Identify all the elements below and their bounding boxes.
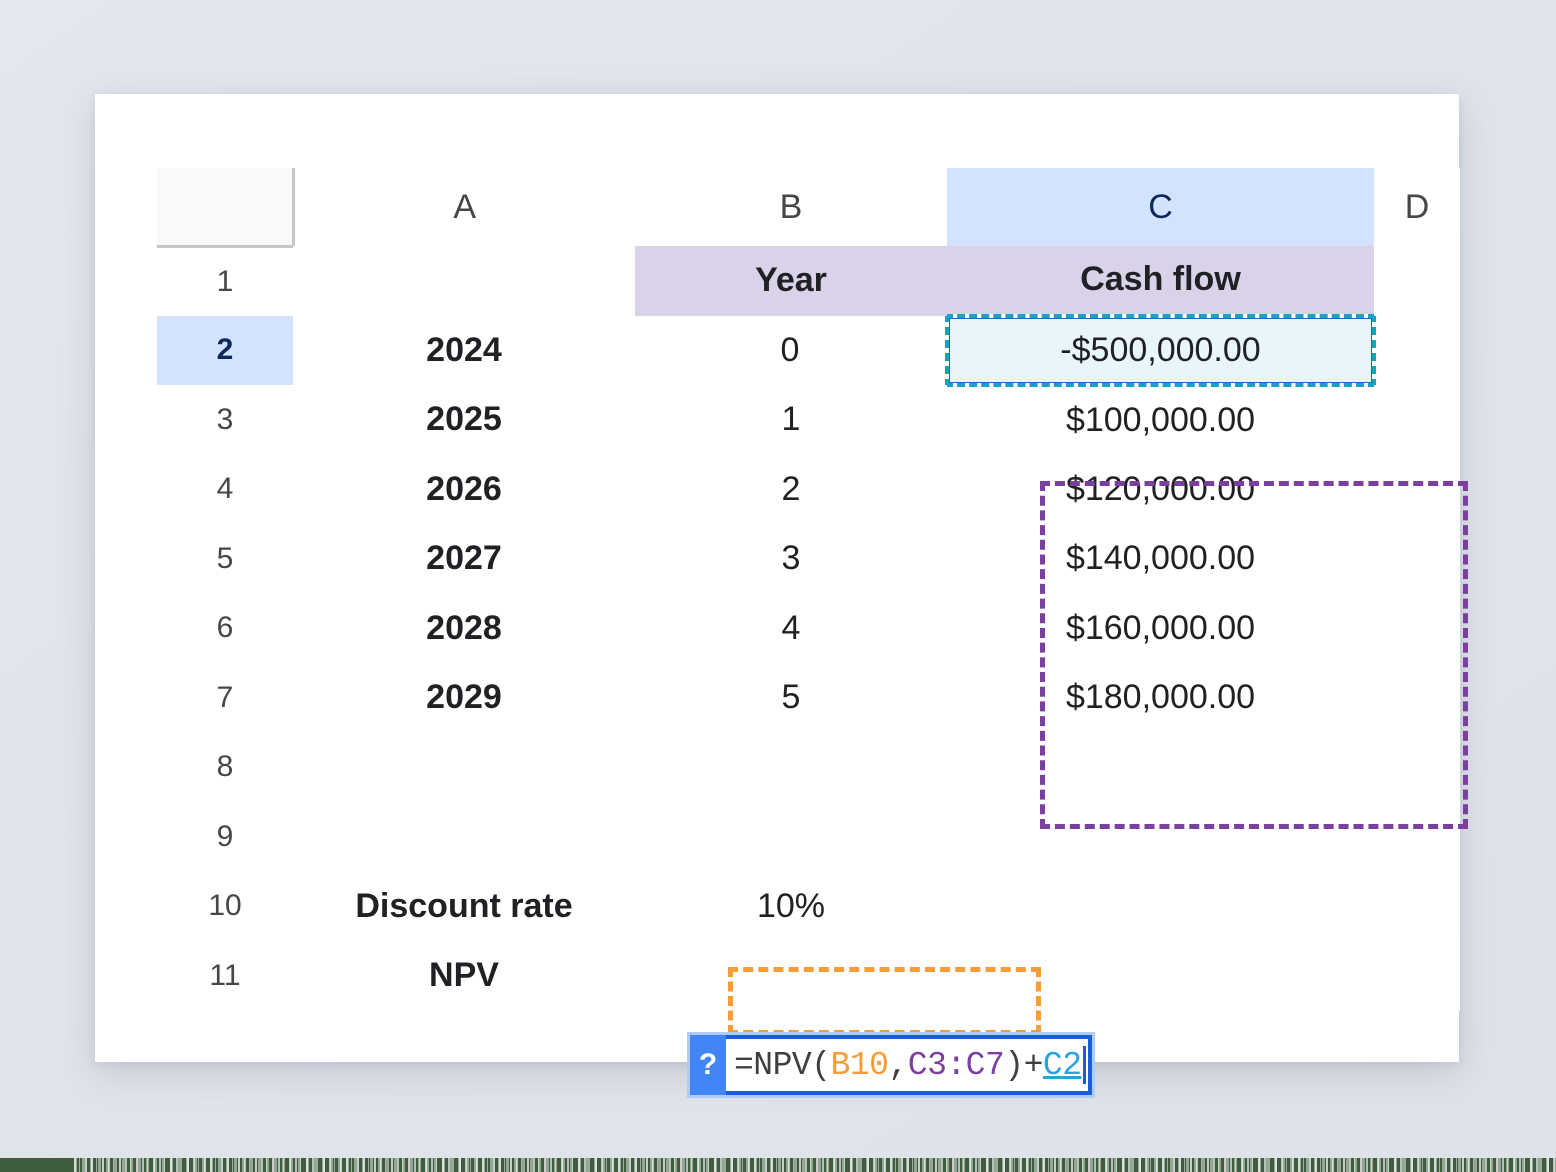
cell-b11[interactable]	[635, 941, 947, 1011]
column-header-c[interactable]: C	[947, 168, 1374, 246]
cell-c4[interactable]: $120,000.00	[947, 454, 1374, 524]
cell-b5[interactable]: 3	[635, 524, 947, 594]
cell-b2[interactable]: 0	[635, 315, 947, 385]
formula-editor[interactable]: ? =NPV(B10, C3:C7)+ C2	[687, 1032, 1095, 1098]
cell-c10[interactable]	[947, 871, 1374, 941]
row-header-4[interactable]: 4	[157, 454, 293, 524]
spreadsheet-grid: A B C D 1 Year Cash flow 2 2024 0 -$500,…	[157, 168, 1460, 1011]
cell-a1[interactable]	[293, 246, 635, 316]
cell-d10[interactable]	[1374, 871, 1460, 941]
row-header-11[interactable]: 11	[157, 941, 293, 1011]
cell-c2[interactable]: -$500,000.00	[945, 313, 1376, 387]
cell-c11[interactable]	[947, 941, 1374, 1011]
cell-b6[interactable]: 4	[635, 593, 947, 663]
column-header-a[interactable]: A	[293, 168, 635, 246]
table-row: 1 Year Cash flow	[157, 246, 1460, 316]
column-header-row: A B C D	[157, 168, 1460, 248]
column-header-d[interactable]: D	[1374, 168, 1460, 246]
cell-b9[interactable]	[635, 802, 947, 872]
table-row: 10 Discount rate 10%	[157, 871, 1460, 941]
cell-c1[interactable]: Cash flow	[947, 246, 1374, 316]
row-header-10[interactable]: 10	[157, 871, 293, 941]
formula-input[interactable]: =NPV(B10, C3:C7)+ C2	[726, 1035, 1092, 1095]
cell-a3[interactable]: 2025	[293, 385, 635, 455]
formula-token-c3c7: C3:C7	[907, 1046, 1005, 1084]
cell-d9[interactable]	[1374, 802, 1460, 872]
cell-c3[interactable]: $100,000.00	[947, 385, 1374, 455]
cell-c7[interactable]: $180,000.00	[947, 663, 1374, 733]
table-row: 9	[157, 802, 1460, 872]
cell-c6[interactable]: $160,000.00	[947, 593, 1374, 663]
table-row: 2 2024 0 -$500,000.00	[157, 313, 1460, 387]
cell-b8[interactable]	[635, 732, 947, 802]
cell-a4[interactable]: 2026	[293, 454, 635, 524]
cell-d4[interactable]	[1374, 454, 1460, 524]
formula-token-comma: ,	[888, 1046, 908, 1084]
column-header-b[interactable]: B	[635, 168, 947, 246]
cell-a6[interactable]: 2028	[293, 593, 635, 663]
row-header-9[interactable]: 9	[157, 802, 293, 872]
cell-a9[interactable]	[293, 802, 635, 872]
formula-token-close-plus: )+	[1004, 1046, 1043, 1084]
cell-b4[interactable]: 2	[635, 454, 947, 524]
select-all-corner[interactable]	[157, 168, 295, 248]
row-header-5[interactable]: 5	[157, 524, 293, 594]
cell-a2[interactable]: 2024	[293, 315, 635, 385]
cell-a11[interactable]: NPV	[293, 941, 635, 1011]
cell-d2[interactable]	[1374, 315, 1460, 385]
formula-token-b10: B10	[830, 1046, 889, 1084]
table-row: 11 NPV	[157, 941, 1460, 1011]
formula-token-c2: C2	[1042, 1046, 1082, 1084]
cell-d7[interactable]	[1374, 663, 1460, 733]
row-header-6[interactable]: 6	[157, 593, 293, 663]
row-header-1[interactable]: 1	[157, 246, 293, 316]
table-row: 4 2026 2 $120,000.00	[157, 454, 1460, 524]
bottom-strip-texture	[74, 1158, 1556, 1172]
cell-a7[interactable]: 2029	[293, 663, 635, 733]
cell-b10[interactable]: 10%	[635, 871, 947, 941]
formula-token-function: =NPV(	[734, 1046, 831, 1084]
cell-d11[interactable]	[1374, 941, 1460, 1011]
cell-d6[interactable]	[1374, 593, 1460, 663]
cell-a10[interactable]: Discount rate	[293, 871, 635, 941]
cell-b3[interactable]: 1	[635, 385, 947, 455]
cell-d3[interactable]	[1374, 385, 1460, 455]
cell-d5[interactable]	[1374, 524, 1460, 594]
row-header-2[interactable]: 2	[157, 315, 293, 385]
cell-b1[interactable]: Year	[635, 246, 947, 316]
table-row: 7 2029 5 $180,000.00	[157, 663, 1460, 733]
formula-help-icon[interactable]: ?	[690, 1035, 726, 1095]
cell-c5[interactable]: $140,000.00	[947, 524, 1374, 594]
cell-c9[interactable]	[947, 802, 1374, 872]
table-row: 5 2027 3 $140,000.00	[157, 524, 1460, 594]
table-row: 6 2028 4 $160,000.00	[157, 593, 1460, 663]
table-row: 3 2025 1 $100,000.00	[157, 385, 1460, 455]
cell-a8[interactable]	[293, 732, 635, 802]
row-header-7[interactable]: 7	[157, 663, 293, 733]
text-caret	[1082, 1046, 1086, 1084]
cell-a5[interactable]: 2027	[293, 524, 635, 594]
cell-c8[interactable]	[947, 732, 1374, 802]
table-row: 8	[157, 732, 1460, 802]
cell-b7[interactable]: 5	[635, 663, 947, 733]
row-header-3[interactable]: 3	[157, 385, 293, 455]
document-card: A B C D 1 Year Cash flow 2 2024 0 -$500,…	[95, 94, 1468, 1098]
cell-d8[interactable]	[1374, 732, 1460, 802]
cell-d1[interactable]	[1374, 246, 1460, 316]
row-header-8[interactable]: 8	[157, 732, 293, 802]
